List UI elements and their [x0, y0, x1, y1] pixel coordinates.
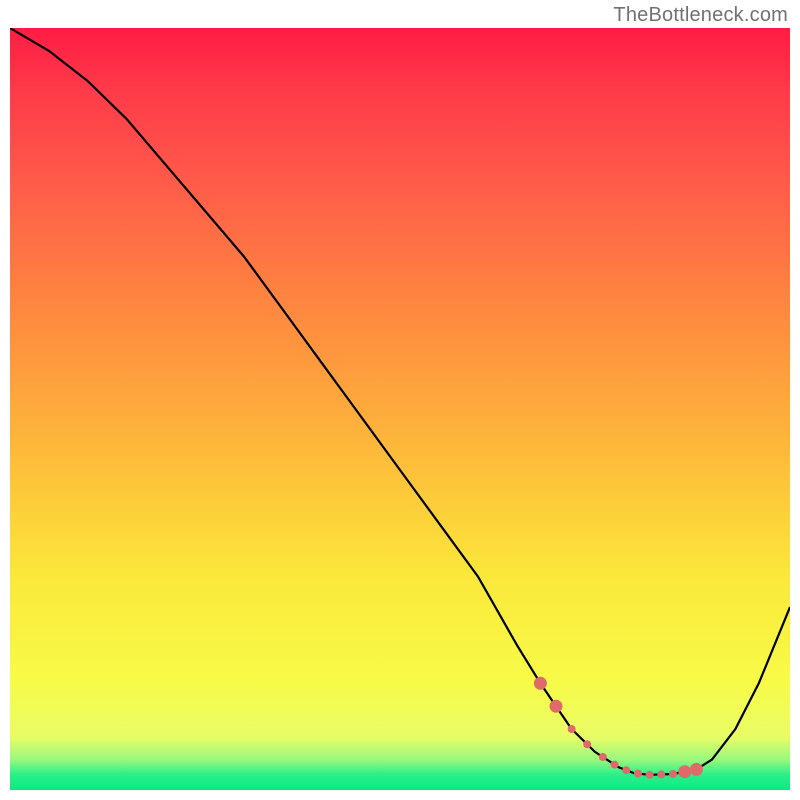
optimum-marker	[534, 677, 547, 690]
optimum-marker	[646, 771, 654, 779]
optimum-marker	[690, 763, 703, 776]
plot-area	[10, 28, 790, 790]
optimum-marker	[678, 765, 691, 778]
bottleneck-chart: TheBottleneck.com	[0, 0, 800, 800]
optimum-marker	[669, 770, 677, 778]
optimum-marker	[622, 766, 630, 774]
optimum-marker	[657, 770, 665, 778]
optimum-marker	[611, 761, 619, 769]
optimum-marker	[599, 753, 607, 761]
optimum-marker	[550, 700, 563, 713]
curve-line	[10, 28, 790, 775]
optimum-markers	[534, 677, 703, 779]
optimum-marker	[568, 725, 576, 733]
chart-svg	[10, 28, 790, 790]
bottleneck-curve	[10, 28, 790, 779]
attribution-text: TheBottleneck.com	[613, 4, 788, 27]
optimum-marker	[634, 770, 642, 778]
optimum-marker	[583, 740, 591, 748]
